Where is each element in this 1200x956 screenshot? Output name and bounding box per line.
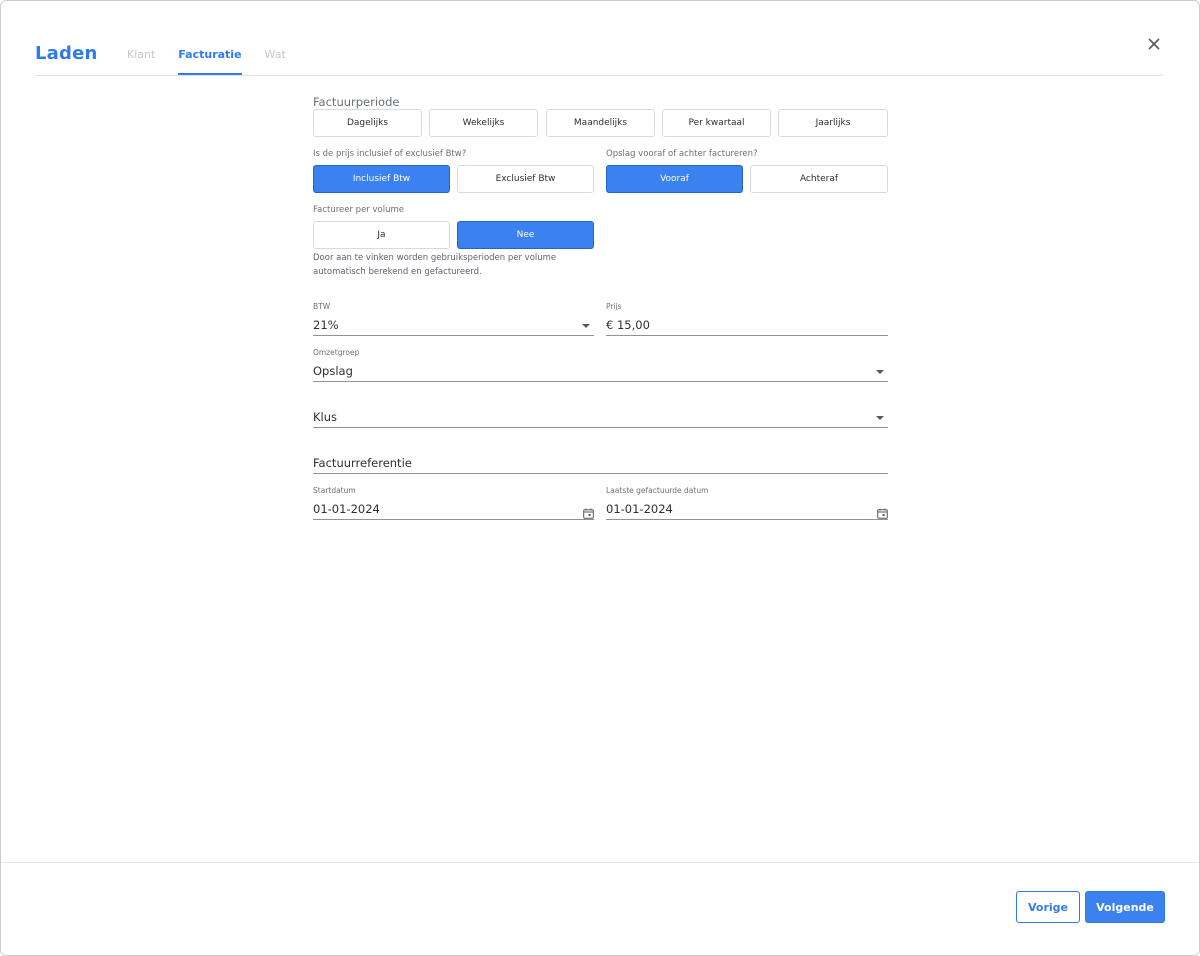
period-option-daily[interactable]: Dagelijks	[313, 109, 422, 137]
dialog: Laden Klant Facturatie Wat Factuurperiod…	[0, 0, 1200, 956]
vat-exclusive-button[interactable]: Exclusief Btw	[457, 165, 594, 193]
vat-mode-label: Is de prijs inclusief of exclusief Btw?	[313, 149, 467, 159]
btw-label: BTW	[313, 302, 331, 311]
chevron-down-icon	[876, 370, 884, 374]
period-label: Factuurperiode	[313, 95, 400, 109]
start-date-label: Startdatum	[313, 486, 356, 495]
invoice-reference-input[interactable]: Factuurreferentie	[313, 454, 888, 474]
billing-time-label: Opslag vooraf of achter factureren?	[606, 149, 758, 159]
volume-no-button[interactable]: Nee	[457, 221, 594, 249]
dialog-header: Laden Klant Facturatie Wat	[35, 1, 1163, 76]
chevron-down-icon	[876, 416, 884, 420]
last-invoiced-value: 01-01-2024	[606, 502, 673, 516]
calendar-icon[interactable]	[877, 504, 888, 519]
price-input[interactable]: € 15,00	[606, 316, 888, 336]
revenue-group-select[interactable]: Opslag	[313, 362, 888, 382]
billing-in-advance-button[interactable]: Vooraf	[606, 165, 743, 193]
period-option-yearly[interactable]: Jaarlijks	[778, 109, 888, 137]
volume-label: Factureer per volume	[313, 205, 404, 215]
tab-facturatie[interactable]: Facturatie	[178, 48, 242, 75]
start-date-input[interactable]: 01-01-2024	[313, 500, 594, 520]
previous-button[interactable]: Vorige	[1016, 891, 1080, 923]
vat-inclusive-button[interactable]: Inclusief Btw	[313, 165, 450, 193]
period-option-monthly[interactable]: Maandelijks	[546, 109, 655, 137]
tab-wat[interactable]: Wat	[265, 48, 286, 75]
revenue-group-value: Opslag	[313, 364, 353, 378]
calendar-icon[interactable]	[583, 504, 594, 519]
btw-value: 21%	[313, 318, 339, 332]
job-select[interactable]: Klus	[313, 408, 888, 428]
price-value: € 15,00	[606, 318, 650, 332]
chevron-down-icon	[582, 324, 590, 328]
volume-helper-text: Door aan te vinken worden gebruiksperiod…	[313, 253, 557, 277]
start-date-value: 01-01-2024	[313, 502, 380, 516]
tab-bar: Klant Facturatie Wat	[127, 48, 309, 75]
price-label: Prijs	[606, 302, 622, 311]
last-invoiced-date-input[interactable]: 01-01-2024	[606, 500, 888, 520]
footer-divider	[1, 862, 1199, 863]
close-icon[interactable]	[1145, 35, 1163, 53]
revenue-group-label: Omzetgroep	[313, 348, 360, 357]
volume-yes-button[interactable]: Ja	[313, 221, 450, 249]
period-option-quarterly[interactable]: Per kwartaal	[662, 109, 771, 137]
period-option-weekly[interactable]: Wekelijks	[429, 109, 538, 137]
dialog-title: Laden	[35, 43, 98, 64]
invoice-reference-value: Factuurreferentie	[313, 456, 412, 470]
tab-klant[interactable]: Klant	[127, 48, 155, 75]
btw-select[interactable]: 21%	[313, 316, 594, 336]
job-value: Klus	[313, 410, 338, 424]
next-button[interactable]: Volgende	[1085, 891, 1165, 923]
last-invoiced-label: Laatste gefactuurde datum	[606, 486, 709, 495]
billing-in-arrears-button[interactable]: Achteraf	[750, 165, 888, 193]
